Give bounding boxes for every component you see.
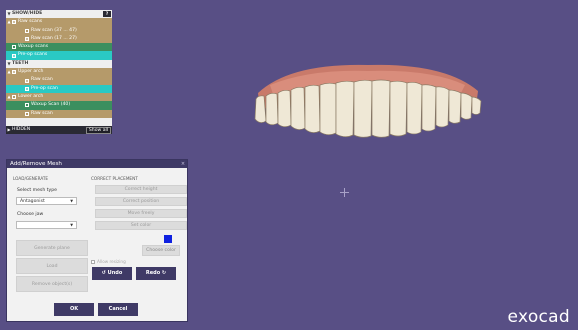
correct-position-button[interactable]: Correct position <box>95 197 187 206</box>
tree-item-label: Raw scan (37 ... 47) <box>31 27 77 33</box>
upper-arch-checkbox[interactable] <box>12 70 16 75</box>
dental-arch-model[interactable] <box>250 55 485 140</box>
tree-item-label: Waxup Scan (40) <box>31 102 71 108</box>
close-icon[interactable]: × <box>179 160 187 168</box>
chevron-down-icon: ▼ <box>70 223 73 227</box>
cancel-button[interactable]: Cancel <box>98 303 138 316</box>
lower-arch-checkbox[interactable] <box>12 95 16 100</box>
tree-item-upper-arch[interactable]: ▲ Upper arch <box>6 68 112 77</box>
hidden-label: HIDDEN <box>12 127 31 133</box>
tree-spacer <box>6 117 112 127</box>
tree-item-label: Pre-op scan <box>31 85 58 91</box>
tree-item-label: Raw scan <box>31 110 53 116</box>
tree-item-label: Pre-op scans <box>18 52 48 58</box>
raw-scan-1-checkbox[interactable] <box>25 28 29 33</box>
move-freely-button[interactable]: Move freely <box>95 209 187 218</box>
tree-item-label: Raw scans <box>18 19 43 25</box>
tree-item-lower-raw-scan[interactable]: Raw scan <box>6 109 112 118</box>
tree-item-lower-waxup-scan[interactable]: Waxup Scan (40) <box>6 101 112 110</box>
undo-button[interactable]: ↺ Undo <box>92 267 132 280</box>
allow-resizing-label: Allow resizing <box>97 259 126 264</box>
raw-scans-checkbox[interactable] <box>12 20 16 25</box>
choose-jaw-label: Choose jaw <box>17 212 44 217</box>
dialog-titlebar[interactable]: Add/Remove Mesh × <box>7 160 187 168</box>
tree-item-upper-raw-scan[interactable]: Raw scan <box>6 76 112 85</box>
redo-label: Redo <box>145 270 161 276</box>
hidden-footer[interactable]: ▶ HIDDEN Show all <box>6 126 112 135</box>
tree-item-raw-scan-1[interactable]: Raw scan (37 ... 47) <box>6 26 112 35</box>
allow-resizing-checkbox[interactable]: Allow resizing <box>91 259 126 264</box>
tree-item-label: Lower arch <box>18 93 44 99</box>
upper-preop-scan-checkbox[interactable] <box>25 86 29 91</box>
chevron-down-icon: ▼ <box>70 199 73 203</box>
choose-color-button[interactable]: Choose color <box>142 245 180 256</box>
tree-item-upper-preop-scan[interactable]: Pre-op scan <box>6 84 112 93</box>
tree-item-label: Waxup scans <box>18 44 49 50</box>
correct-placement-title: CORRECT PLACEMENT <box>91 176 138 181</box>
exocad-logo: exocad <box>507 307 570 327</box>
waxup-scans-checkbox[interactable] <box>12 45 16 50</box>
tree-item-preop-scans[interactable]: Pre-op scans <box>6 51 112 60</box>
add-remove-mesh-dialog: Add/Remove Mesh × LOAD/GENERATE CORRECT … <box>6 159 188 322</box>
tree-item-raw-scans[interactable]: ▲ Raw scans <box>6 18 112 27</box>
help-button[interactable]: ? <box>103 11 111 18</box>
teeth-label: TEETH <box>12 60 29 66</box>
show-hide-label: SHOW/HIDE <box>12 11 43 16</box>
tree-item-label: Upper arch <box>18 69 44 75</box>
show-all-button[interactable]: Show all <box>86 126 111 134</box>
lower-waxup-scan-checkbox[interactable] <box>25 103 29 108</box>
dialog-title: Add/Remove Mesh <box>10 161 62 167</box>
raw-scan-2-checkbox[interactable] <box>25 37 29 42</box>
tree-item-raw-scan-2[interactable]: Raw scan (17 ... 27) <box>6 34 112 44</box>
redo-button[interactable]: Redo ↻ <box>136 267 176 280</box>
mesh-type-select[interactable]: Antagonist ▼ <box>16 197 77 205</box>
jaw-select[interactable]: ▼ <box>16 221 77 229</box>
set-color-button[interactable]: Set color <box>95 221 187 230</box>
select-mesh-type-label: Select mesh type <box>17 188 57 193</box>
crosshair-cursor <box>340 188 349 197</box>
show-hide-header[interactable]: ▼ SHOW/HIDE ? <box>6 10 112 19</box>
remove-objects-button[interactable]: Remove object(s) <box>16 276 88 292</box>
teeth-header[interactable]: ▼ TEETH <box>6 59 112 69</box>
tree-item-label: Raw scan <box>31 77 53 83</box>
load-generate-title: LOAD/GENERATE <box>13 176 49 181</box>
undo-label: Undo <box>107 270 123 276</box>
tree-item-label: Raw scan (17 ... 27) <box>31 35 77 41</box>
lower-raw-scan-checkbox[interactable] <box>25 111 29 116</box>
mesh-type-value: Antagonist <box>20 199 45 204</box>
mesh-color-swatch[interactable] <box>164 235 172 243</box>
generate-plane-button[interactable]: Generate plane <box>16 240 88 256</box>
checkbox-icon[interactable] <box>91 259 95 264</box>
correct-height-button[interactable]: Correct height <box>95 185 187 194</box>
upper-raw-scan-checkbox[interactable] <box>25 78 29 83</box>
ok-button[interactable]: OK <box>54 303 94 316</box>
tree-item-lower-arch[interactable]: ▲ Lower arch <box>6 92 112 102</box>
redo-icon: ↻ <box>161 270 167 276</box>
object-tree-panel: ▼ SHOW/HIDE ? ▲ Raw scans Raw scan (37 .… <box>6 10 112 149</box>
undo-icon: ↺ <box>101 270 106 276</box>
preop-scans-checkbox[interactable] <box>12 53 16 58</box>
load-button[interactable]: Load <box>16 258 88 274</box>
tree-item-waxup-scans[interactable]: Waxup scans <box>6 43 112 52</box>
